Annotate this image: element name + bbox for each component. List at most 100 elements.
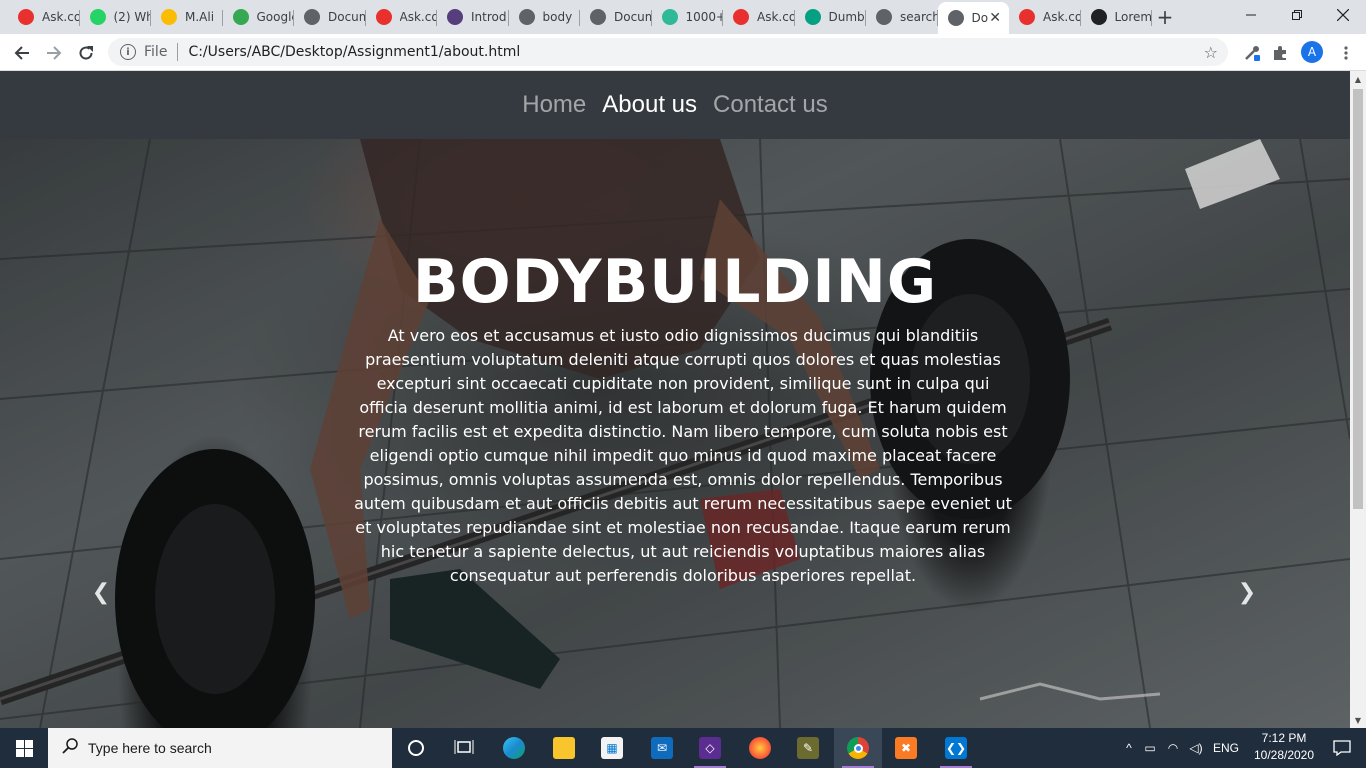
nav-link-home[interactable]: Home [522, 91, 586, 119]
taskbar-tool[interactable]: ✎ [784, 728, 832, 768]
tab-title: Docum [614, 10, 652, 24]
hero-paragraph: At vero eos et accusamus et iusto odio d… [354, 326, 1012, 585]
system-tray: ^ ▭ ◠ ◁) ENG [1120, 728, 1244, 768]
volume-icon[interactable]: ◁) [1184, 741, 1208, 755]
taskbar-search-box[interactable]: Type here to search [48, 728, 392, 768]
visual-studio-icon: ◇ [699, 737, 721, 759]
action-center-button[interactable] [1318, 728, 1366, 768]
nav-link-contact-us[interactable]: Contact us [713, 91, 828, 119]
taskbar-mail[interactable]: ✉ [638, 728, 686, 768]
address-bar[interactable]: i File C:/Users/ABC/Desktop/Assignment1/… [108, 38, 1228, 66]
globe-icon [947, 10, 964, 26]
site-navbar: Home About us Contact us [0, 71, 1350, 139]
browser-tab[interactable]: Introd [437, 2, 509, 32]
tab-title: Google Drive [256, 10, 295, 24]
menu-button[interactable] [1332, 39, 1360, 67]
ask-icon [18, 9, 34, 25]
taskbar-clock[interactable]: 7:12 PM 10/28/2020 [1250, 730, 1318, 764]
clock-time: 7:12 PM [1261, 731, 1307, 745]
tab-title: Ask.com [42, 10, 80, 24]
back-button[interactable] [8, 39, 36, 67]
taskbar-visual-studio[interactable]: ◇ [686, 728, 734, 768]
browser-toolbar: i File C:/Users/ABC/Desktop/Assignment1/… [0, 34, 1366, 71]
browser-tab[interactable]: Docum [294, 2, 366, 32]
extension-eyedropper-button[interactable] [1238, 39, 1266, 67]
language-indicator[interactable]: ENG [1208, 741, 1244, 755]
browser-tab[interactable]: 1000+ [652, 2, 723, 32]
reload-button[interactable] [72, 39, 100, 67]
chevron-up-icon[interactable]: ^ [1120, 741, 1138, 755]
chevron-right-icon: ❯ [1237, 579, 1257, 605]
browser-tab[interactable]: Ask.com [8, 2, 80, 32]
close-icon [1337, 9, 1349, 21]
minimize-icon [1246, 14, 1256, 16]
tab-title: Dumb [828, 10, 865, 24]
browser-tab[interactable]: M.Ali [151, 2, 223, 32]
whatsapp-icon [89, 9, 106, 25]
mail-icon: ✉ [651, 737, 673, 759]
search-placeholder: Type here to search [88, 740, 212, 756]
taskbar-firefox[interactable] [736, 728, 784, 768]
vscode-icon: ❮❯ [945, 737, 967, 759]
scroll-down-icon[interactable]: ▼ [1350, 712, 1366, 728]
info-icon[interactable]: i [120, 44, 136, 60]
browser-tab[interactable]: Ask.com [366, 2, 437, 32]
close-window-button[interactable] [1320, 0, 1366, 30]
wifi-icon[interactable]: ◠ [1162, 741, 1184, 755]
kebab-menu-icon [1344, 46, 1348, 60]
page-scrollbar[interactable]: ▲ ▼ [1350, 71, 1366, 728]
taskbar-vscode[interactable]: ❮❯ [932, 728, 980, 768]
url-text[interactable]: C:/Users/ABC/Desktop/Assignment1/about.h… [188, 44, 520, 60]
extensions-button[interactable] [1266, 39, 1294, 67]
restore-button[interactable] [1274, 0, 1320, 30]
browser-tab[interactable]: Google Drive [223, 2, 295, 32]
task-view-icon [454, 740, 474, 754]
browser-tab[interactable]: Do ✕ [937, 2, 1009, 34]
browser-tab[interactable]: Docum [580, 2, 652, 32]
browser-tab[interactable]: body [509, 2, 580, 32]
battery-icon[interactable]: ▭ [1138, 741, 1162, 755]
bootstrap-icon [447, 9, 463, 25]
forward-button[interactable] [40, 39, 68, 67]
profile-avatar[interactable]: A [1301, 41, 1323, 63]
browser-tab[interactable]: Dumb [795, 2, 866, 32]
cortana-button[interactable] [392, 728, 440, 768]
tab-title: (2) WhatsApp [113, 10, 152, 24]
scroll-up-icon[interactable]: ▲ [1350, 71, 1366, 87]
tab-title: Do [971, 11, 989, 25]
taskbar-edge[interactable] [490, 728, 538, 768]
arrow-right-icon [47, 46, 62, 60]
tab-title: Ask.com [757, 10, 795, 24]
nav-link-about-us[interactable]: About us [602, 91, 697, 119]
chevron-left-icon: ❮ [91, 579, 111, 605]
tools-icon: ✎ [797, 737, 819, 759]
scrollbar-thumb[interactable] [1353, 89, 1363, 509]
minimize-button[interactable] [1228, 0, 1274, 30]
browser-tab[interactable]: search [866, 2, 938, 32]
browser-tab[interactable]: Lorem [1081, 2, 1152, 32]
browser-tab[interactable]: (2) WhatsApp [80, 2, 152, 32]
carousel-next-button[interactable]: ❯ [1232, 577, 1262, 607]
new-tab-button[interactable]: + [1152, 4, 1178, 30]
reload-icon [79, 46, 93, 60]
globe-icon [876, 9, 892, 25]
xampp-icon: ✖ [895, 737, 917, 759]
taskbar-store[interactable]: ▦ [588, 728, 636, 768]
drive-icon [232, 9, 249, 25]
bookmark-star-icon[interactable]: ☆ [1204, 43, 1218, 62]
tab-title: Docum [328, 10, 366, 24]
taskbar-file-explorer[interactable] [540, 728, 588, 768]
taskbar-xampp[interactable]: ✖ [882, 728, 930, 768]
divider [177, 43, 179, 61]
close-tab-icon[interactable]: ✕ [989, 10, 1001, 26]
taskbar-chrome[interactable] [834, 728, 882, 768]
l-icon [1090, 9, 1107, 25]
notification-icon [1333, 740, 1351, 756]
browser-tab[interactable]: Ask.com [1009, 2, 1081, 32]
tab-title: search [900, 10, 938, 24]
carousel-prev-button[interactable]: ❮ [86, 577, 116, 607]
start-button[interactable] [0, 728, 48, 768]
pexels-icon [804, 9, 821, 25]
browser-tab[interactable]: Ask.com [723, 2, 795, 32]
task-view-button[interactable] [440, 728, 488, 768]
